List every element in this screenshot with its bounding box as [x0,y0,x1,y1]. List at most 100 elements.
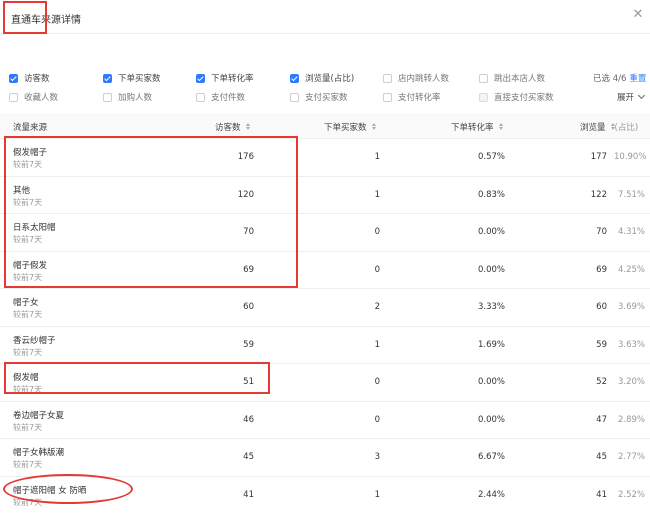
dialog-header: 直通车来源详情 ✕ [0,0,650,34]
share-value: 4.31% [618,227,646,237]
source-name: 日系太阳帽 [13,223,56,233]
conversion-value: 1.69% [477,339,505,350]
checkbox-checked-icon [9,73,18,83]
conversion-value: 6.67% [477,452,505,462]
table-row: 假发帽 较前7天 51 0 0.00% 52 3.20% [0,364,650,402]
conversion-value: 0.00% [477,377,505,387]
compare-label: 较前7天 [13,272,43,282]
buyers-value: 1 [374,339,380,350]
sort-icon[interactable] [245,123,250,130]
share-value: 2.89% [618,414,646,425]
visitors-value: 59 [243,339,254,350]
pageviews-value: 47 [596,414,607,425]
pageviews-value: 177 [590,152,607,162]
compare-label: 较前7天 [13,497,43,507]
checkbox-disabled-icon [479,92,488,102]
filter-paid-items[interactable]: 支付件数 [196,91,245,103]
pageviews-value: 70 [596,227,607,237]
table-body: 假发帽子 较前7天 176 1 0.57% 177 10.90% 其他 较前7天… [0,139,650,514]
filter-in-store-jump[interactable]: 店内跳转人数 [383,72,449,84]
header-visitors[interactable]: 访客数 [215,121,250,133]
conversion-value: 3.33% [477,302,505,312]
table-row: 卷边帽子女夏 较前7天 46 0 0.00% 47 2.89% [0,402,650,439]
conversion-value: 0.83% [477,189,505,200]
header-order-conversion[interactable]: 下单转化率 [451,121,503,133]
share-value: 3.20% [618,377,646,387]
visitors-value: 70 [243,227,254,237]
checkbox-checked-icon [103,73,112,83]
visitors-value: 51 [243,377,254,387]
sort-icon[interactable] [371,123,376,130]
expand-button[interactable]: 展开 [617,91,646,103]
buyers-value: 3 [374,452,380,462]
buyers-value: 0 [374,377,380,387]
table-row: 帽子女 较前7天 60 2 3.33% 60 3.69% [0,289,650,327]
source-name: 香云纱帽子 [13,335,56,346]
buyers-value: 1 [374,152,380,162]
source-name: 卷边帽子女夏 [13,410,65,421]
visitors-value: 46 [243,414,254,425]
header-source: 流量来源 [13,123,48,133]
visitors-value: 45 [243,452,254,462]
reset-button[interactable]: 重置 [629,74,646,84]
close-icon[interactable]: ✕ [631,8,645,22]
filter-paid-buyers[interactable]: 支付买家数 [290,91,348,103]
checkbox-empty-icon [383,73,392,83]
buyers-value: 0 [374,264,380,275]
conversion-value: 0.57% [477,152,505,162]
share-value: 3.69% [618,302,646,312]
selection-count: 已选 4/6 重置 [593,74,647,84]
header-pageviews[interactable]: 浏览量 (占比) [580,121,638,133]
checkbox-empty-icon [9,92,18,102]
table-row: 帽子假发 较前7天 69 0 0.00% 69 4.25% [0,252,650,289]
conversion-value: 0.00% [477,414,505,425]
table-row: 其他 较前7天 120 1 0.83% 122 7.51% [0,177,650,214]
checkbox-empty-icon [103,92,112,102]
filter-order-buyers[interactable]: 下单买家数 [103,72,161,84]
pageviews-value: 69 [596,264,607,275]
source-name: 其他 [13,185,31,196]
compare-label: 较前7天 [13,385,43,394]
table-row: 帽子遮阳帽 女 防晒 较前7天 41 1 2.44% 41 2.52% [0,477,650,515]
sort-icon[interactable] [610,123,615,130]
filter-bounce[interactable]: 跳出本店人数 [479,72,545,84]
table-row: 假发帽子 较前7天 176 1 0.57% 177 10.90% [0,139,650,177]
share-value: 2.77% [618,452,646,462]
visitors-value: 69 [243,264,254,275]
source-name: 帽子遮阳帽 女 防晒 [13,485,87,496]
buyers-value: 0 [374,227,380,237]
table-row: 帽子女韩版潮 较前7天 45 3 6.67% 45 2.77% [0,439,650,477]
pageviews-value: 122 [590,189,607,200]
pageviews-value: 60 [596,302,607,312]
visitors-value: 176 [237,152,254,162]
filter-order-conversion[interactable]: 下单转化率 [196,72,254,84]
visitors-value: 41 [243,489,254,500]
table-row: 日系太阳帽 较前7天 70 0 0.00% 70 4.31% [0,214,650,252]
filter-pageviews[interactable]: 浏览量(占比) [290,72,354,84]
header-order-buyers[interactable]: 下单买家数 [324,121,376,133]
share-value: 3.63% [618,339,646,350]
table-row: 香云纱帽子 较前7天 59 1 1.69% 59 3.63% [0,327,650,364]
filter-favorites[interactable]: 收藏人数 [9,91,58,103]
checkbox-empty-icon [383,92,392,102]
source-name: 假发帽 [13,373,39,383]
source-name: 帽子假发 [13,260,48,271]
compare-label: 较前7天 [13,347,43,357]
share-value: 4.25% [618,264,646,275]
compare-label: 较前7天 [13,310,43,319]
checkbox-checked-icon [290,73,299,83]
filter-visitors[interactable]: 访客数 [9,72,50,84]
sort-icon[interactable] [498,123,503,130]
buyers-value: 0 [374,414,380,425]
checkbox-empty-icon [196,92,205,102]
compare-label: 较前7天 [13,160,43,169]
pageviews-value: 59 [596,339,607,350]
source-name: 假发帽子 [13,148,48,158]
source-name: 帽子女韩版潮 [13,448,65,458]
filter-direct-paid-buyers[interactable]: 直接支付买家数 [479,91,554,103]
pageviews-value: 52 [596,377,607,387]
buyers-value: 1 [374,489,380,500]
filter-add-to-cart[interactable]: 加购人数 [103,91,152,103]
checkbox-checked-icon [196,73,205,83]
filter-paid-conversion[interactable]: 支付转化率 [383,91,441,103]
